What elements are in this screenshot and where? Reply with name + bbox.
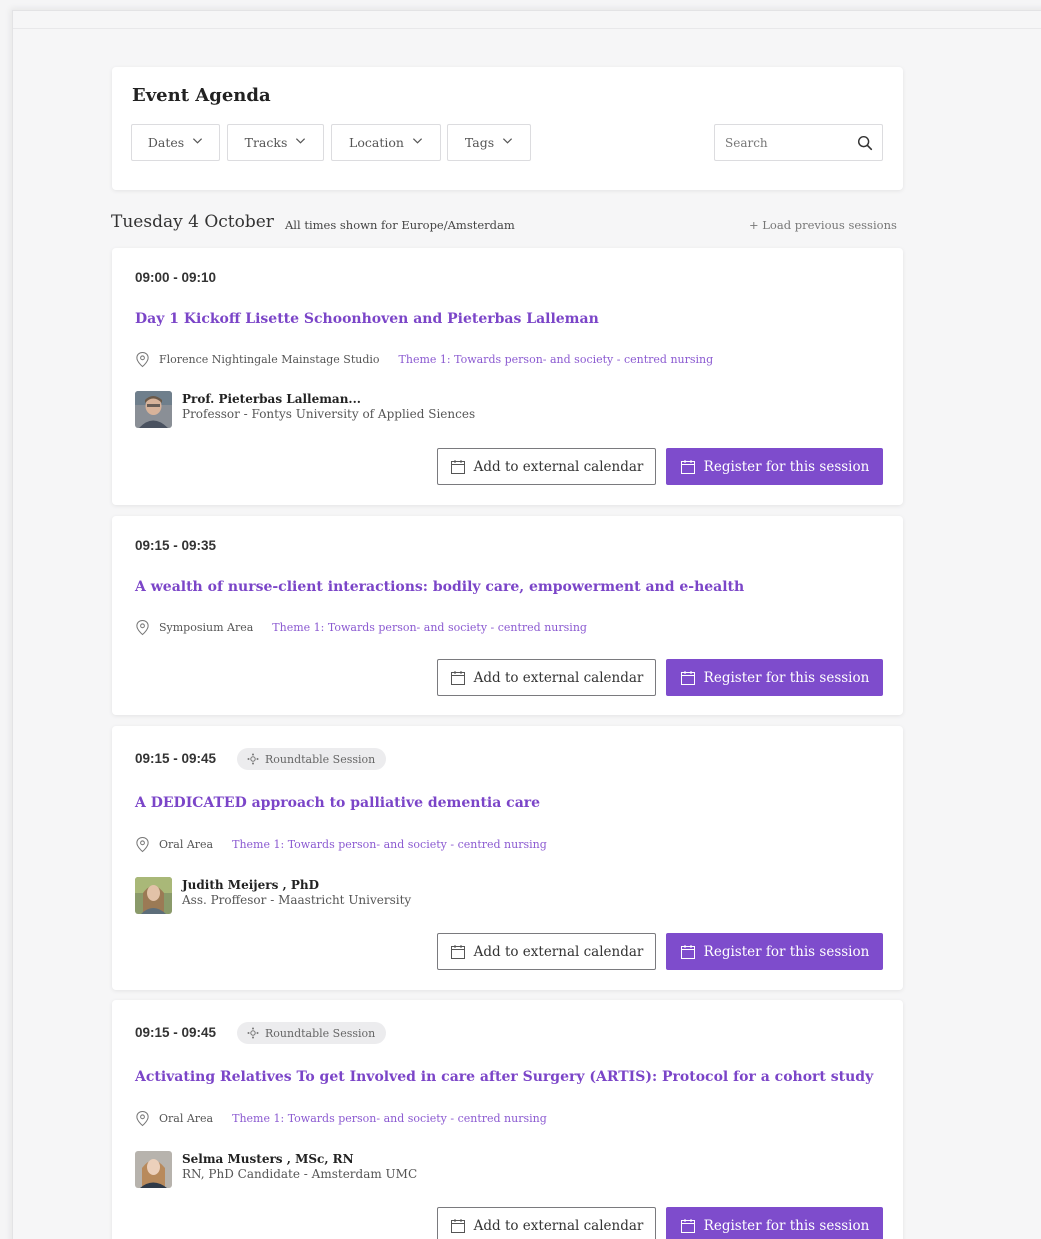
- session-meta: Symposium Area Theme 1: Towards person- …: [135, 619, 587, 636]
- calendar-icon: [680, 459, 695, 474]
- speaker-role: RN, PhD Candidate - Amsterdam UMC: [182, 1167, 418, 1181]
- chevron-down-icon: [412, 138, 422, 144]
- load-previous-link[interactable]: + Load previous sessions: [749, 218, 897, 232]
- search-icon[interactable]: [856, 134, 874, 152]
- filter-tags-label: Tags: [464, 135, 495, 150]
- add-to-calendar-label: Add to external calendar: [473, 669, 644, 686]
- calendar-icon: [450, 1218, 465, 1233]
- chevron-down-icon: [193, 138, 203, 144]
- register-button[interactable]: Register for this session: [666, 933, 883, 970]
- filter-tracks[interactable]: Tracks: [227, 124, 324, 161]
- session-title[interactable]: Day 1 Kickoff Lisette Schoonhoven and Pi…: [135, 311, 599, 327]
- register-label: Register for this session: [703, 669, 870, 686]
- chevron-down-icon: [296, 138, 306, 144]
- speaker-name: Prof. Pieterbas Lalleman...: [182, 392, 361, 406]
- speaker[interactable]: Judith Meijers , PhD Ass. Proffesor - Ma…: [135, 877, 411, 915]
- register-button[interactable]: Register for this session: [666, 1207, 883, 1239]
- speaker-avatar: [135, 1151, 172, 1188]
- calendar-icon: [450, 459, 465, 474]
- location-pin-icon: [136, 836, 149, 853]
- page-title: Event Agenda: [132, 85, 271, 106]
- session-location: Oral Area: [159, 1112, 214, 1125]
- session-meta: Oral Area Theme 1: Towards person- and s…: [135, 1110, 547, 1127]
- session-time: 09:15 - 09:35: [135, 538, 217, 553]
- speaker-name: Selma Musters , MSc, RN: [182, 1152, 354, 1166]
- speaker-avatar: [135, 391, 172, 428]
- filter-dates[interactable]: Dates: [131, 124, 220, 161]
- session-location: Florence Nightingale Mainstage Studio: [159, 353, 380, 366]
- filter-location[interactable]: Location: [331, 124, 441, 161]
- register-button[interactable]: Register for this session: [666, 448, 883, 485]
- location-pin-icon: [136, 351, 149, 368]
- calendar-icon: [680, 1218, 695, 1233]
- add-to-calendar-button[interactable]: Add to external calendar: [437, 1207, 656, 1239]
- speaker-name: Judith Meijers , PhD: [182, 878, 320, 892]
- add-to-calendar-label: Add to external calendar: [473, 943, 644, 960]
- session-card: 09:15 - 09:45 Roundtable Session A DEDIC…: [112, 726, 903, 990]
- session-theme-link[interactable]: Theme 1: Towards person- and society - c…: [272, 621, 587, 634]
- register-label: Register for this session: [703, 1217, 870, 1234]
- session-type-label: Roundtable Session: [265, 752, 376, 766]
- register-label: Register for this session: [703, 943, 870, 960]
- speaker[interactable]: Prof. Pieterbas Lalleman... Professor - …: [135, 391, 475, 429]
- agenda-header: Event Agenda Dates Tracks Location Tags: [112, 67, 903, 190]
- roundtable-icon: [247, 1027, 259, 1039]
- session-time: 09:15 - 09:45: [135, 1025, 217, 1040]
- register-label: Register for this session: [703, 458, 870, 475]
- chevron-down-icon: [503, 138, 513, 144]
- session-theme-link[interactable]: Theme 1: Towards person- and society - c…: [232, 838, 547, 851]
- session-card: 09:15 - 09:45 Roundtable Session Activat…: [112, 1000, 903, 1239]
- calendar-icon: [680, 944, 695, 959]
- session-location: Oral Area: [159, 838, 214, 851]
- session-type-badge: Roundtable Session: [237, 1022, 387, 1044]
- calendar-icon: [450, 670, 465, 685]
- session-title[interactable]: A DEDICATED approach to palliative demen…: [135, 795, 540, 811]
- calendar-icon: [680, 670, 695, 685]
- top-divider: [13, 28, 1041, 29]
- session-title[interactable]: Activating Relatives To get Involved in …: [135, 1069, 873, 1085]
- filter-tags[interactable]: Tags: [447, 124, 531, 161]
- add-to-calendar-label: Add to external calendar: [473, 458, 644, 475]
- add-to-calendar-button[interactable]: Add to external calendar: [437, 659, 656, 696]
- add-to-calendar-button[interactable]: Add to external calendar: [437, 448, 656, 485]
- search-box: [714, 124, 883, 161]
- filter-tracks-label: Tracks: [244, 135, 288, 150]
- filter-dates-label: Dates: [147, 135, 185, 150]
- speaker-role: Ass. Proffesor - Maastricht University: [182, 893, 412, 907]
- session-title[interactable]: A wealth of nurse-client interactions: b…: [135, 579, 744, 595]
- day-title: Tuesday 4 October: [111, 212, 274, 232]
- session-time: 09:00 - 09:10: [135, 270, 217, 285]
- session-time: 09:15 - 09:45: [135, 751, 217, 766]
- add-to-calendar-label: Add to external calendar: [473, 1217, 644, 1234]
- session-meta: Florence Nightingale Mainstage Studio Th…: [135, 351, 713, 368]
- roundtable-icon: [247, 753, 259, 765]
- session-card: 09:15 - 09:35 A wealth of nurse-client i…: [112, 516, 903, 715]
- session-type-badge: Roundtable Session: [237, 748, 387, 770]
- session-type-label: Roundtable Session: [265, 1026, 376, 1040]
- session-theme-link[interactable]: Theme 1: Towards person- and society - c…: [232, 1112, 547, 1125]
- location-pin-icon: [136, 1110, 149, 1127]
- speaker-role: Professor - Fontys University of Applied…: [182, 407, 476, 421]
- calendar-icon: [450, 944, 465, 959]
- timezone-note: All times shown for Europe/Amsterdam: [285, 218, 515, 232]
- speaker[interactable]: Selma Musters , MSc, RN RN, PhD Candidat…: [135, 1151, 417, 1189]
- add-to-calendar-button[interactable]: Add to external calendar: [437, 933, 656, 970]
- session-theme-link[interactable]: Theme 1: Towards person- and society - c…: [399, 353, 714, 366]
- session-location: Symposium Area: [159, 621, 254, 634]
- speaker-avatar: [135, 877, 172, 914]
- location-pin-icon: [136, 619, 149, 636]
- session-card: 09:00 - 09:10 Day 1 Kickoff Lisette Scho…: [112, 248, 903, 505]
- session-meta: Oral Area Theme 1: Towards person- and s…: [135, 836, 547, 853]
- search-input[interactable]: [725, 134, 845, 152]
- filter-location-label: Location: [349, 135, 404, 150]
- register-button[interactable]: Register for this session: [666, 659, 883, 696]
